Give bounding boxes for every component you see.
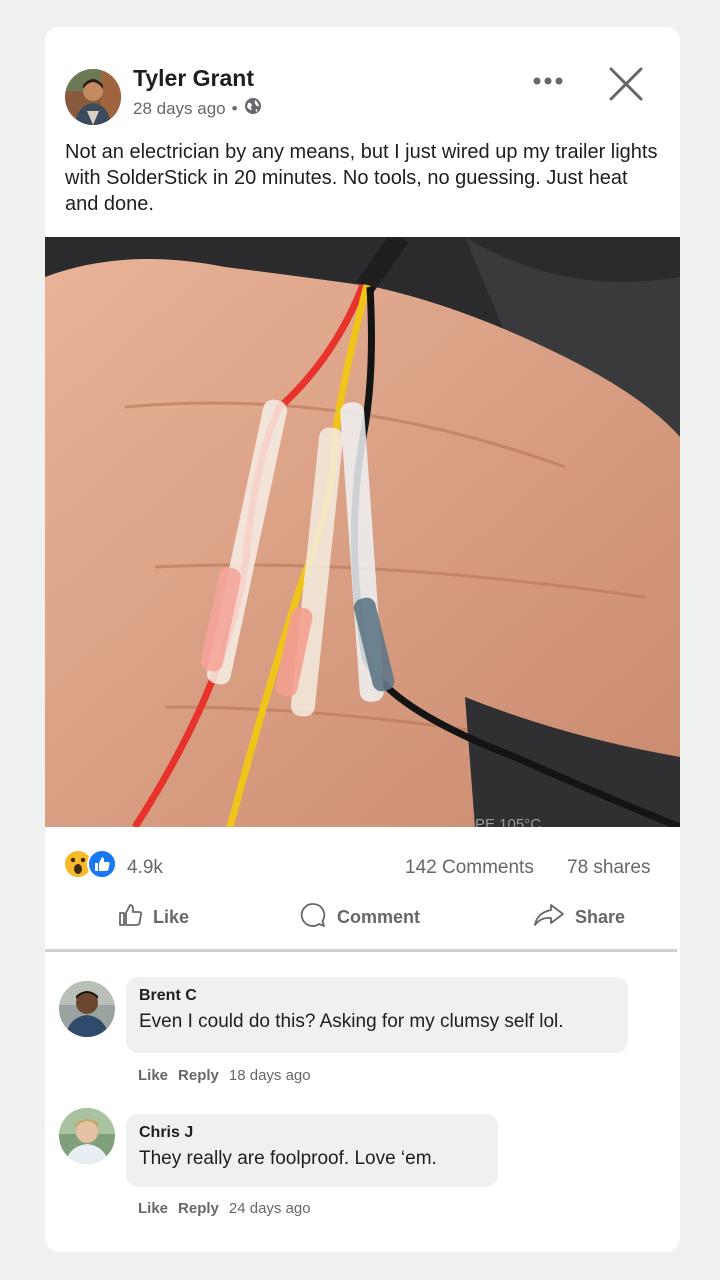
reaction-count[interactable]: 4.9k [127,857,163,879]
post-header: Tyler Grant 28 days ago • [45,27,680,137]
author-avatar[interactable] [65,69,121,125]
globe-icon [244,97,262,120]
shares-count[interactable]: 78 shares [567,857,650,879]
thumbs-up-icon [117,902,143,933]
post-text: Not an electrician by any means, but I j… [65,141,658,215]
comment-actions: Like Reply 24 days ago [138,1200,311,1217]
reaction-icons[interactable] [63,849,119,879]
comment-like-link[interactable]: Like [138,1200,168,1217]
author-name[interactable]: Tyler Grant [133,65,254,92]
divider [45,949,677,952]
comment-label: Comment [337,906,421,927]
comment-button[interactable]: Comment [299,899,420,935]
comment-time[interactable]: 18 days ago [229,1067,311,1084]
post-stats: 4.9k 142 Comments 78 shares [45,837,680,887]
meta-separator: • [231,98,238,118]
close-icon[interactable] [603,61,649,107]
comment-time[interactable]: 24 days ago [229,1200,311,1217]
comment-like-link[interactable]: Like [138,1067,168,1084]
comment-author[interactable]: Brent C [139,987,614,1005]
comment-text: They really are foolproof. Love ‘em. [139,1148,437,1169]
photo-overlay-text: PE 105°C [475,816,541,827]
comment-bubble: Chris J They really are foolproof. Love … [126,1114,498,1187]
share-arrow-icon [533,902,565,933]
avatar[interactable] [59,1108,115,1164]
comment-reply-link[interactable]: Reply [178,1200,219,1217]
avatar[interactable] [59,981,115,1037]
post-photo[interactable]: PE 105°C [45,237,680,827]
comment-actions: Like Reply 18 days ago [138,1067,311,1084]
comment-author[interactable]: Chris J [139,1124,484,1142]
post-time[interactable]: 28 days ago [133,99,226,119]
post-card: Tyler Grant 28 days ago • Not an electri… [45,27,680,1252]
comment-reply-link[interactable]: Reply [178,1067,219,1084]
like-label: Like [153,906,190,927]
comments-count[interactable]: 142 Comments [405,857,534,879]
comment-bubble: Brent C Even I could do this? Asking for… [126,977,628,1053]
more-options-button[interactable] [525,67,571,95]
post-meta: 28 days ago • [133,97,262,120]
like-icon [87,849,117,879]
share-label: Share [575,906,626,927]
like-button[interactable]: Like [117,899,189,935]
comment-text: Even I could do this? Asking for my clum… [139,1011,564,1032]
post-actions: Like Comment Share [45,887,680,947]
share-button[interactable]: Share [533,899,625,935]
comment-bubble-icon [299,901,327,934]
